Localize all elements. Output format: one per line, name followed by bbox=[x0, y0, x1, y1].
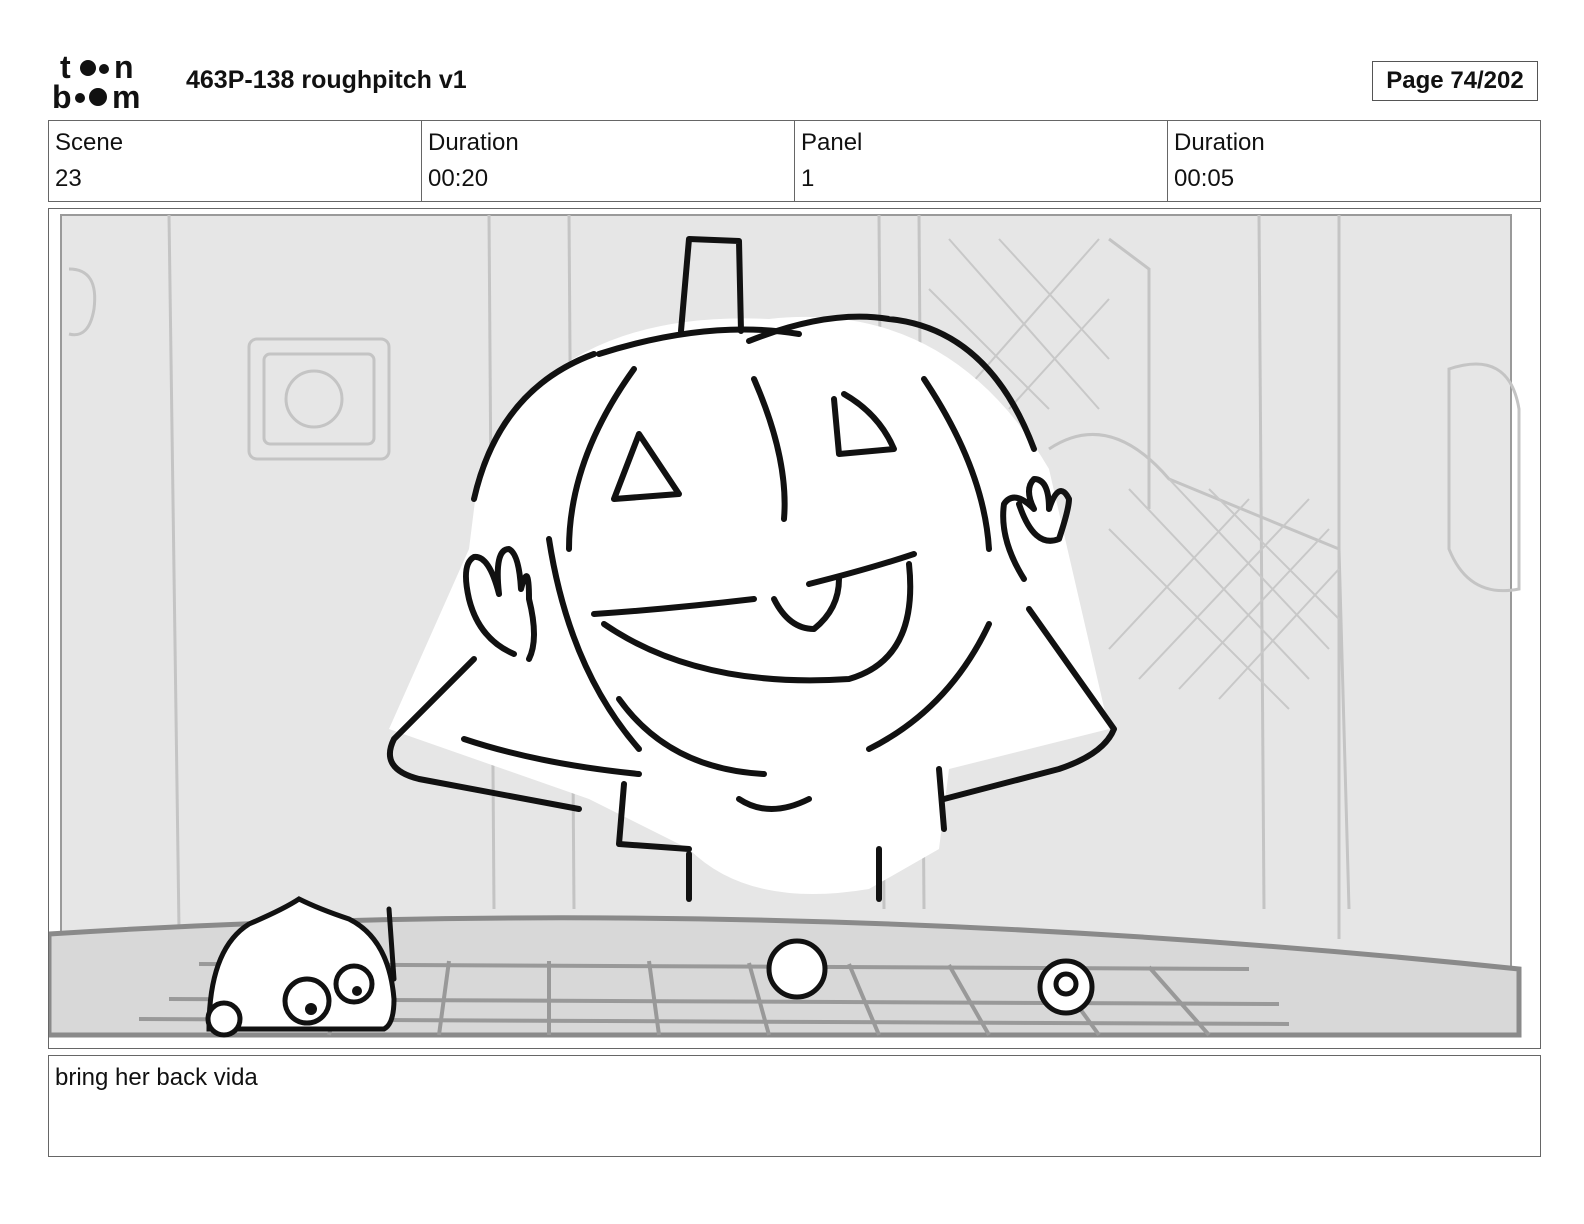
scene-duration-label: Duration bbox=[428, 129, 519, 156]
page-number: 74/202 bbox=[1450, 67, 1524, 94]
panel-value: 1 bbox=[801, 165, 815, 192]
document-title: 463P-138 roughpitch v1 bbox=[186, 66, 467, 94]
page-indicator: Page 74/202 bbox=[1372, 61, 1538, 101]
svg-text:b: b bbox=[52, 79, 72, 112]
panel-duration-value: 00:05 bbox=[1174, 165, 1235, 192]
scene-duration-value: 00:20 bbox=[428, 165, 489, 192]
storyboard-panel bbox=[48, 208, 1541, 1049]
panel-notes: bring her back vida bbox=[48, 1055, 1541, 1157]
panel-notes-text: bring her back vida bbox=[55, 1064, 258, 1091]
panel-cell: Panel 1 bbox=[795, 121, 1168, 201]
scene-cell: Scene 23 bbox=[49, 121, 422, 201]
panel-duration-cell: Duration 00:05 bbox=[1168, 121, 1540, 201]
scene-label: Scene bbox=[55, 129, 124, 156]
scene-value: 23 bbox=[55, 165, 82, 192]
svg-text:m: m bbox=[112, 79, 140, 112]
toon-boom-logo: t n b m bbox=[52, 50, 140, 112]
panel-duration-label: Duration bbox=[1174, 129, 1265, 156]
scene-duration-cell: Duration 00:20 bbox=[422, 121, 795, 201]
page-label: Page bbox=[1386, 67, 1444, 94]
panel-illustration bbox=[49, 214, 1522, 1038]
scene-info-table: Scene 23 Duration 00:20 Panel 1 Duration… bbox=[48, 120, 1541, 202]
panel-label: Panel bbox=[801, 129, 863, 156]
